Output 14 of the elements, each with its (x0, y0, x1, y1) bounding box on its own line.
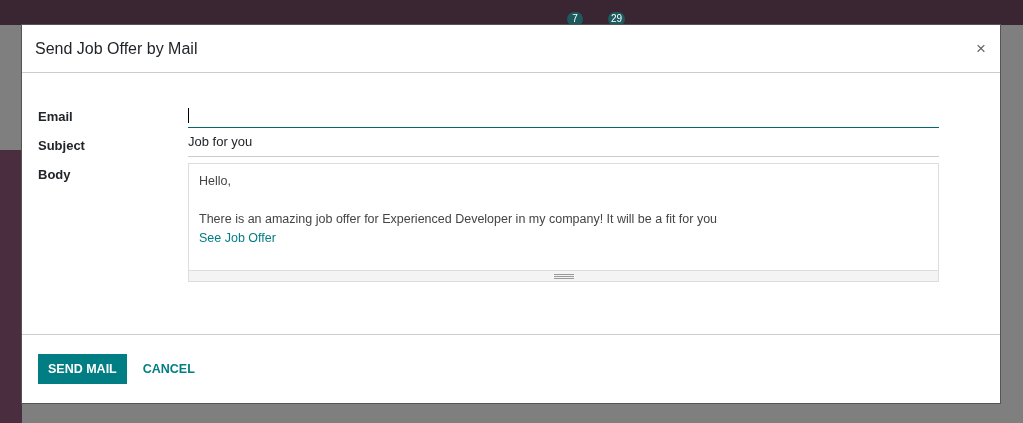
body-text: Hello, (199, 173, 232, 190)
subject-field[interactable]: Job for you (188, 134, 939, 157)
email-field[interactable] (188, 105, 939, 128)
send-mail-button[interactable]: SEND MAIL (38, 354, 127, 384)
body-editor[interactable]: Hello, There is an amazing job offer for Experienced Developer in my company! It will be a fit for you See Job Offer (188, 163, 939, 282)
body-text: There is an amazing job offer for Experienced Developer in my company! It will be a fit for you (199, 211, 719, 228)
close-button[interactable]: × (974, 38, 988, 59)
job-offer-link[interactable]: See Job Offer (199, 231, 276, 245)
field-label: Email (38, 108, 74, 126)
dialog-title: Send Job Offer by Mail (35, 39, 198, 58)
field-label: Body (38, 166, 72, 184)
cancel-button[interactable]: CANCEL (134, 354, 203, 384)
field-label: Subject (38, 137, 86, 155)
resize-handle-icon[interactable] (553, 273, 574, 279)
